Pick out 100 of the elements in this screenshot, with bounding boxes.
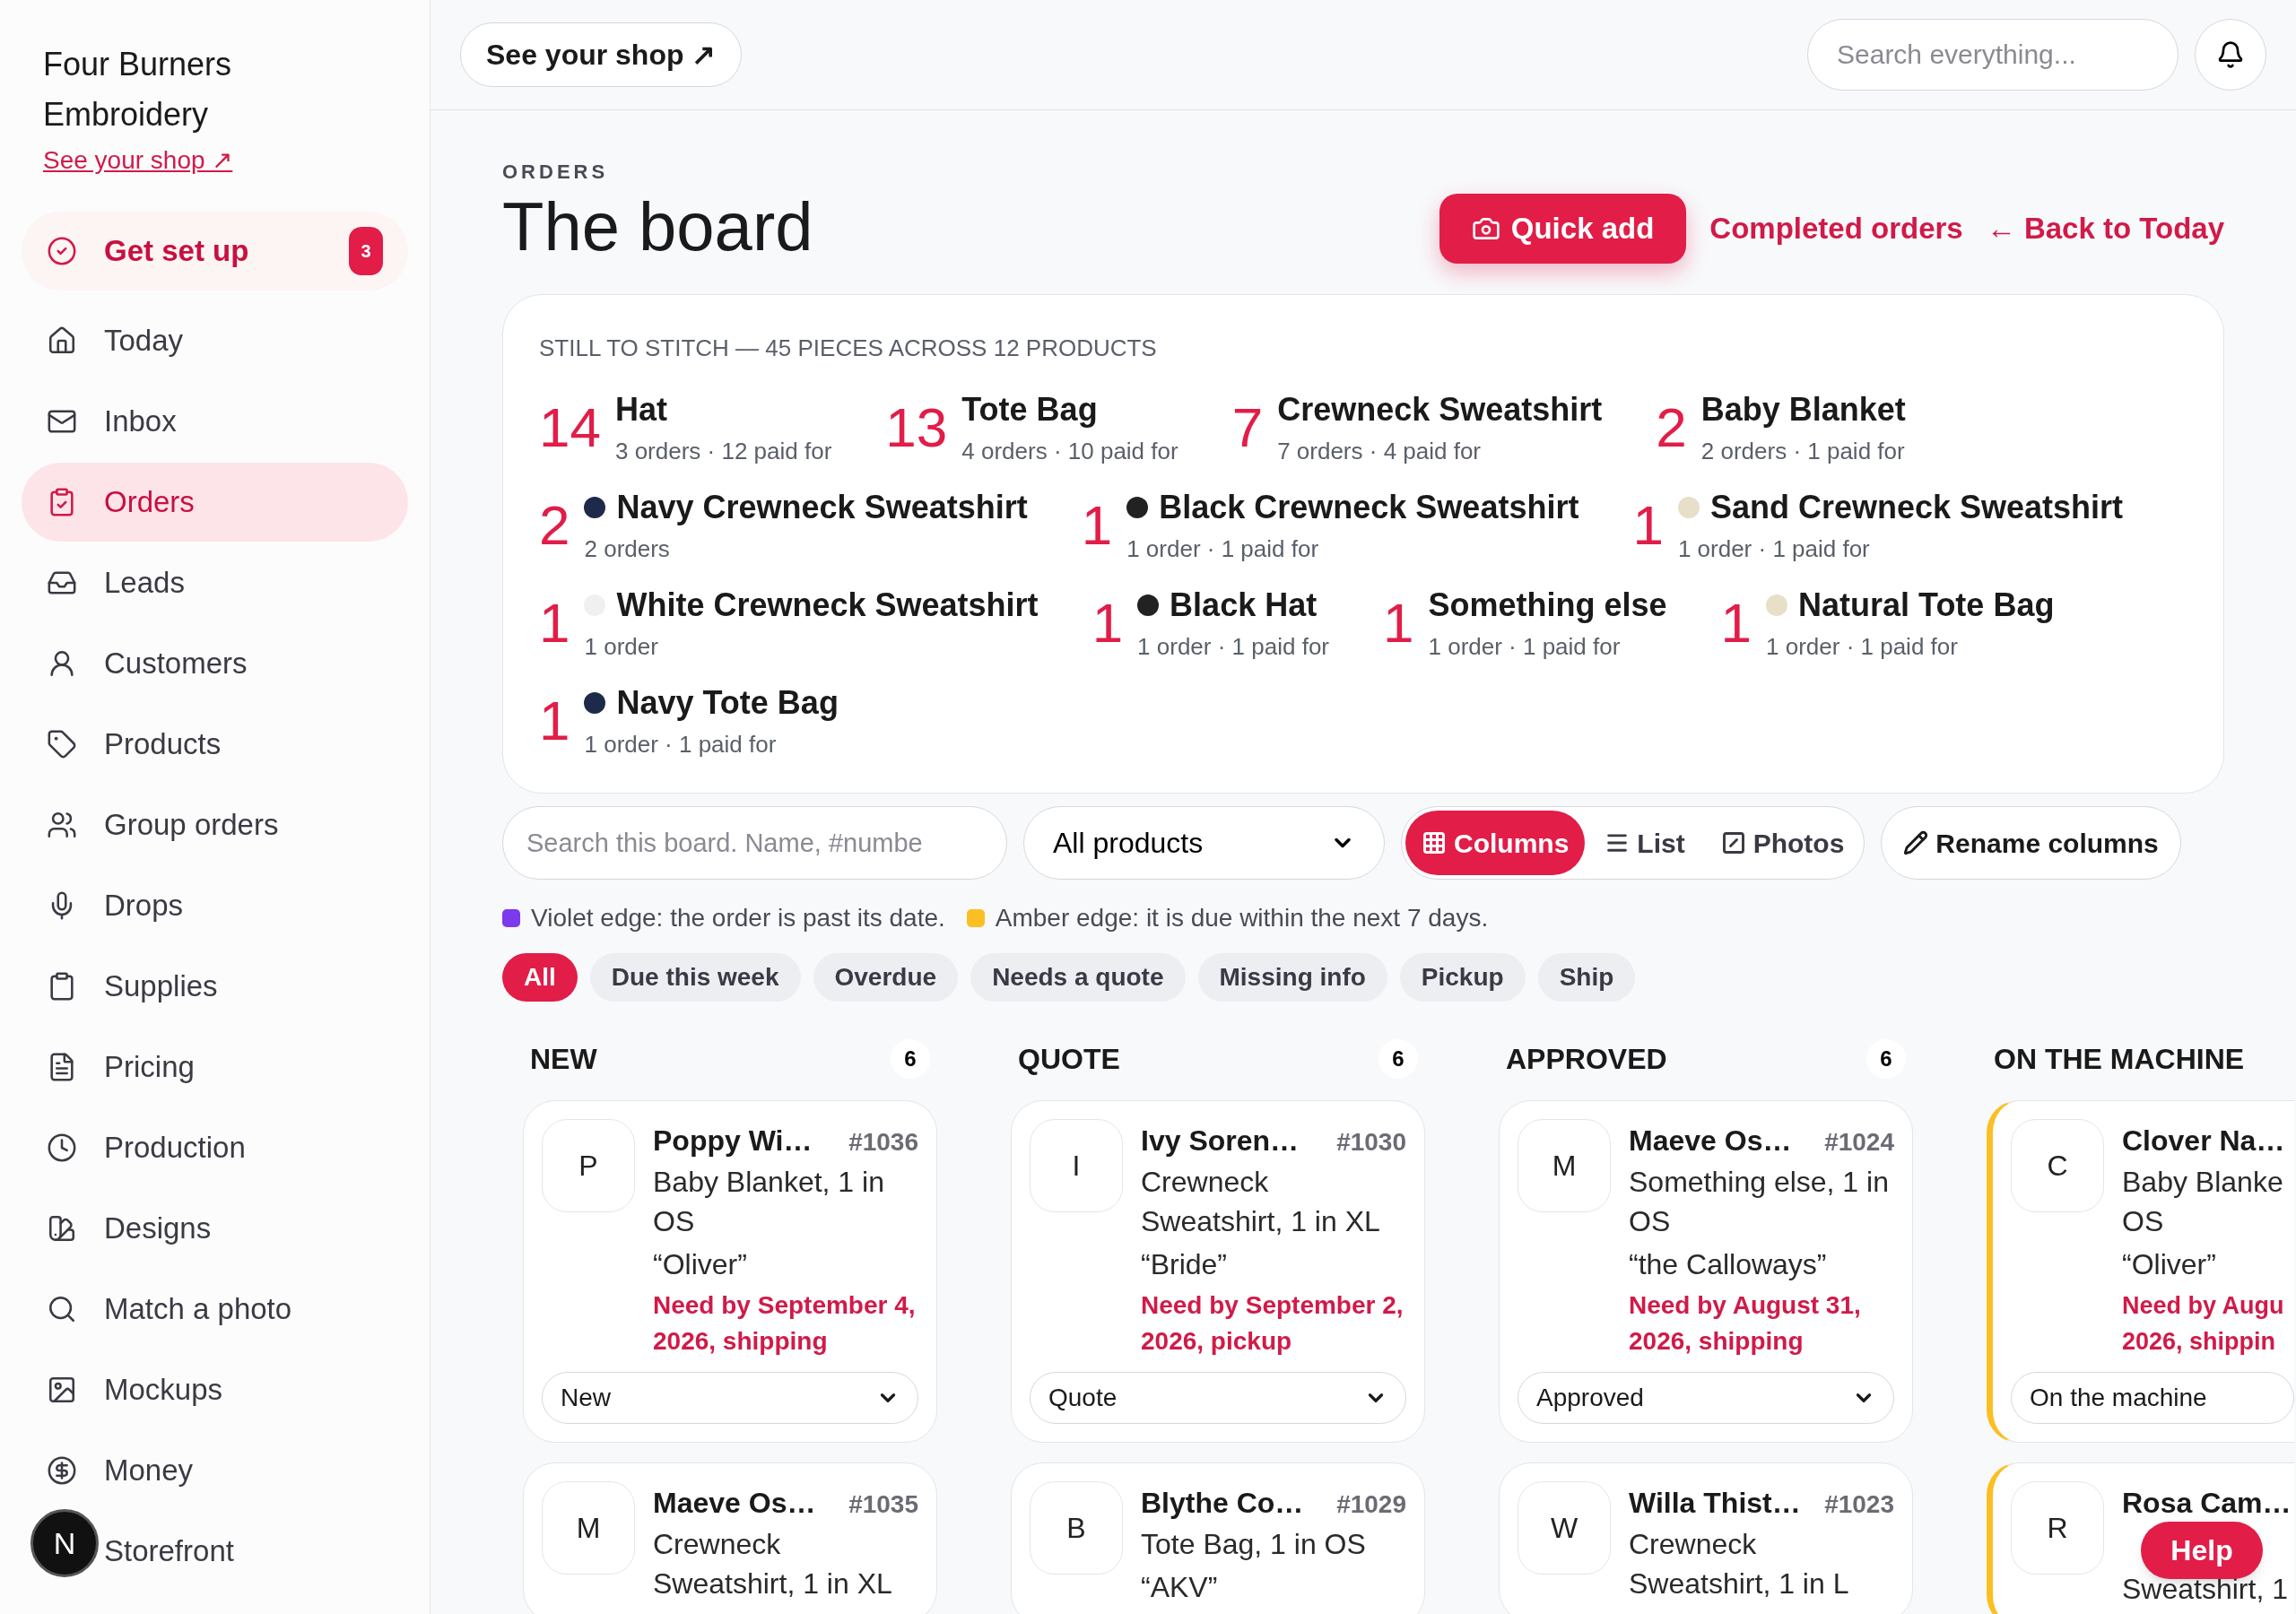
avatar: R [2011,1481,2104,1575]
nav-item[interactable]: Customers [104,641,248,686]
product-text: Crewneck Sweatshirt, 1 in XL [1141,1165,1381,1239]
piece-count: 1 [1632,493,1664,557]
header-link[interactable]: Completed orders [1709,206,1963,251]
product-name: Sand Crewneck Sweatshirt [1709,488,2124,527]
note-text: “Oliver” [2122,1247,2217,1282]
filter-chip[interactable]: Missing info [1197,953,1387,1002]
nav-item[interactable]: Production [104,1125,246,1170]
product-detail: 1 order · 1 paid for [584,730,778,759]
hatched-square-icon [1720,830,1746,855]
see-shop-link[interactable]: See your shop ↗ [43,142,233,179]
nav-item[interactable]: Storefront [104,1529,234,1574]
customer-name: Blythe Co… [1141,1486,1304,1521]
piece-count: 13 [885,395,948,459]
product-name: Baby Blanket [1700,390,1906,430]
due-text: Need by August 31, 2026, shipping [1629,1290,1862,1357]
order-number: #1023 [1824,1489,1894,1520]
nav-item[interactable]: Orders [22,463,408,542]
board-search-field[interactable]: Search this board. Name, #numbe [502,806,1007,880]
product-detail: 1 order · 1 paid for [1428,632,1622,662]
avatar: W [1518,1481,1611,1575]
piece-count: 7 [1231,395,1264,459]
order-number: #1029 [1336,1489,1406,1520]
view-tab[interactable]: Photos [1704,811,1861,875]
nav-item[interactable]: Products [104,722,222,767]
product-detail: 1 order [584,632,659,662]
product-name: Black Hat [1170,586,1318,625]
product-detail: 1 order · 1 paid for [1126,534,1320,564]
nav-item[interactable]: Group orders [104,803,279,847]
piece-count: 14 [539,395,601,459]
product-detail: 3 orders · 12 paid for [614,437,832,466]
nav-label: Get set up [104,233,250,270]
tag-icon [47,729,77,759]
product-name: Hat [614,390,667,430]
clock-icon [47,1132,77,1163]
image-icon [47,1375,77,1405]
people-icon [47,810,77,840]
quick-add-button[interactable]: Quick add [1439,194,1687,264]
page-title: The board [502,187,813,266]
piece-count: 1 [1081,493,1113,557]
order-card[interactable]: B Blythe Co… #1029 Tote Bag, 1 in OS “AKV” [1011,1462,1425,1614]
product-select[interactable]: All products [1023,806,1385,880]
search-icon [47,1294,77,1324]
order-card[interactable]: M Maeve Os… #1035 Crewneck Sweatshirt, 1 in XL [523,1462,937,1614]
customer-name: Maeve Os… [1629,1124,1792,1158]
piece-count: 2 [1656,395,1687,459]
nav-item[interactable]: Drops [104,883,184,928]
swatch-icon [47,1213,77,1244]
header-link[interactable]: ← Back to Today [1986,206,2224,251]
order-card[interactable]: C Clover Na… Baby Blanke OS “Oliver” Need by Augu 2026, shippin On the machine [1987,1100,2294,1443]
nav-item[interactable]: Supplies [104,964,218,1009]
column-title: NEW [530,1042,597,1077]
note-text: “the Calloways” [1629,1247,1828,1282]
filter-chip[interactable]: All [502,953,578,1002]
note-text: “Oliver” [653,1247,748,1282]
count-badge: 3 [349,227,383,275]
nav-label: Orders [104,484,196,521]
product-name: Black Crewneck Sweatshirt [1159,488,1579,527]
product-text: Baby Blanket, 1 in OS [653,1165,885,1239]
order-card[interactable]: I Ivy Soren… #1030 Crewneck Sweatshirt, 1 in XL “Bride” Need by September 2, 2026, pickup Quote [1011,1100,1425,1443]
search-field[interactable]: Search everything... [1807,19,2179,91]
filter-chip[interactable]: Due this week [589,953,801,1002]
product-text: Tote Bag, 1 in OS [1141,1527,1367,1562]
nav-item[interactable]: Mockups [104,1367,223,1412]
customer-name: Willa Thist… [1629,1486,1801,1521]
dev-badge[interactable]: N [30,1509,99,1577]
product-text: Crewneck Sweatshirt, 1 in XL [653,1527,893,1601]
nav-item[interactable]: Leads [104,560,185,605]
nav-item[interactable]: Pricing [104,1045,195,1089]
filter-chip[interactable]: Ship [1537,953,1636,1002]
section-eyebrow: ORDERS [502,160,610,185]
filter-chip[interactable]: Needs a quote [970,953,1186,1002]
product-name: Tote Bag [961,390,1098,430]
view-tab[interactable]: List [1588,811,1701,875]
order-card[interactable]: M Maeve Os… #1024 Something else, 1 in OS “the Calloways” Need by August 31, 2026, shipping Approved [1499,1100,1913,1443]
filter-chip[interactable]: Overdue [813,953,959,1002]
nav-item[interactable]: Money [104,1448,194,1493]
legend-text: Amber edge: it is due within the next 7 days. [995,903,1489,933]
summary-title: STILL TO STITCH — 45 PIECES ACROSS 12 PRODUCTS [539,334,1158,363]
house-icon [47,325,77,356]
rename-columns-button[interactable]: Rename columns [1881,806,2181,880]
nav-item[interactable]: Today [104,318,184,363]
product-name: Natural Tote Bag [1798,586,2055,625]
order-card[interactable]: W Willa Thist… #1023 Crewneck Sweatshirt, 1 in L [1499,1462,1913,1614]
product-name: Crewneck Sweatshirt [1277,390,1603,430]
nav-item[interactable]: Designs [104,1206,212,1251]
column-count: 6 [1866,1039,1906,1079]
view-tab[interactable]: Columns [1405,811,1586,875]
see-shop-button[interactable]: See your shop ↗ [460,22,743,87]
column-title: ON THE MACHINE [1994,1042,2245,1077]
filter-chip[interactable]: Pickup [1399,953,1526,1002]
customer-name: Ivy Soren… [1141,1124,1300,1158]
help-button[interactable]: Help [2141,1522,2263,1579]
due-text: Need by Augu 2026, shippin [2122,1291,2285,1357]
nav-item[interactable]: Get set up 3 [22,212,408,291]
order-card[interactable]: P Poppy Wi… #1036 Baby Blanket, 1 in OS “Oliver” Need by September 4, 2026, shipping New [523,1100,937,1443]
customer-name: Rosa Cam… [2122,1486,2292,1521]
nav-item[interactable]: Inbox [104,399,177,444]
nav-item[interactable]: Match a photo [104,1287,292,1332]
